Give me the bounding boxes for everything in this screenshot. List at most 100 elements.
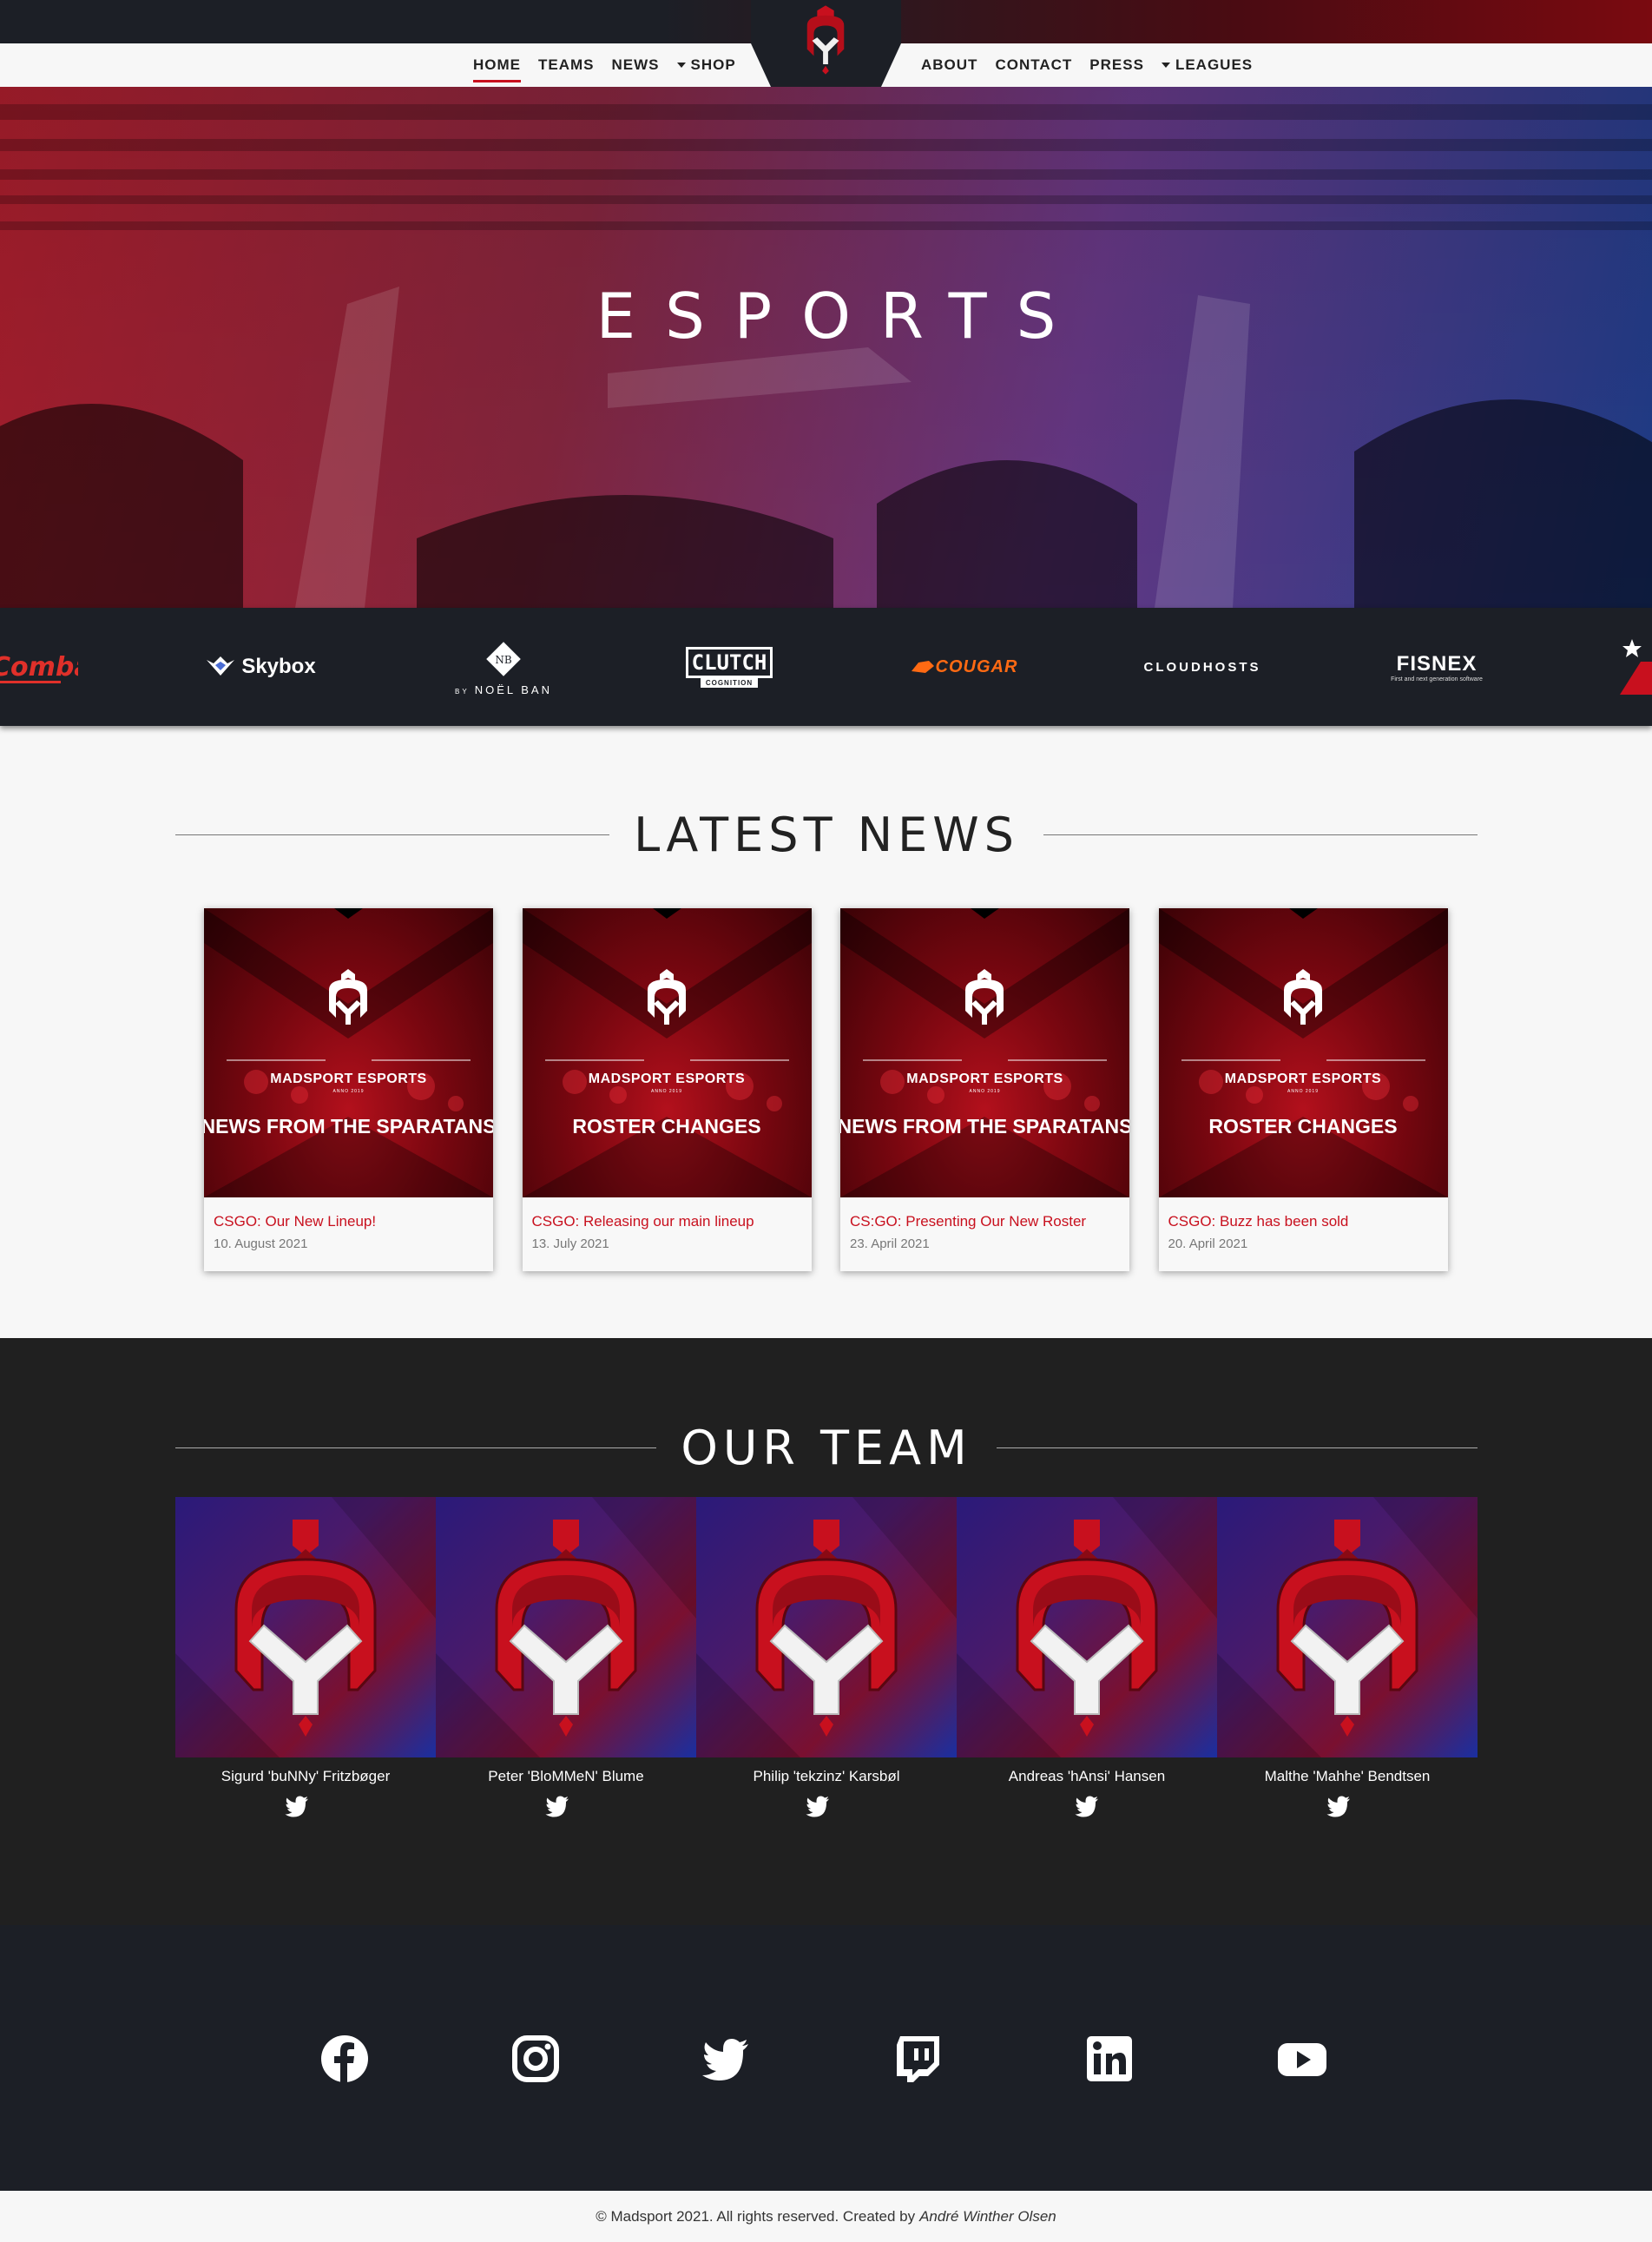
nav-leagues-label: LEAGUES <box>1175 56 1254 73</box>
nav-right: ABOUT CONTACT PRESS LEAGUES <box>921 43 1253 87</box>
sponsor-noel-ban-prefix: BY <box>455 687 470 696</box>
sponsor-clutch[interactable]: CLUTCH COGNITION <box>677 608 781 726</box>
madsport-helmet-icon <box>1283 969 1322 1025</box>
sponsor-combat-label: Combat <box>0 652 78 682</box>
chevron-down-icon <box>676 63 686 68</box>
news-grid: MADSPORT ESPORTS ANNO 2019 NEWS FROM THE… <box>204 908 1448 1273</box>
news-banner-title: ROSTER CHANGES <box>572 1115 761 1137</box>
team-member-card: Philip 'tekzinz' Karsbøl <box>696 1497 957 1817</box>
news-title-link[interactable]: CSGO: Our New Lineup! <box>214 1213 376 1230</box>
twitter-icon[interactable] <box>805 1795 831 1817</box>
twitter-icon[interactable] <box>700 2033 752 2085</box>
news-banner-sub: ANNO 2019 <box>651 1089 682 1094</box>
hero-title: ESPORTS <box>596 280 1086 353</box>
team-member-photo[interactable] <box>957 1497 1217 1757</box>
our-team-heading-row: OUR TEAM <box>175 1421 1478 1475</box>
news-title-link[interactable]: CS:GO: Presenting Our New Roster <box>850 1213 1086 1230</box>
sponsor-skybox[interactable]: Skybox <box>195 608 326 726</box>
latest-news-heading: LATEST NEWS <box>634 808 1019 862</box>
news-banner-sub: ANNO 2019 <box>1287 1089 1319 1094</box>
twitter-icon[interactable] <box>544 1795 570 1817</box>
nav-news-label: NEWS <box>611 56 660 73</box>
nav-contact-label: CONTACT <box>995 56 1073 73</box>
nav-contact[interactable]: CONTACT <box>995 53 1072 77</box>
sponsor-clutch-sublabel: COGNITION <box>700 677 759 688</box>
sponsor-noel-ban[interactable]: NB BY NOËL BAN <box>443 608 564 726</box>
author-link[interactable]: André Winther Olsen <box>919 2208 1056 2226</box>
news-banner-title: NEWS FROM THE SPARATANS <box>840 1115 1129 1137</box>
sponsor-combat[interactable]: Combat <box>0 608 78 726</box>
instagram-icon[interactable] <box>510 2033 562 2085</box>
cougar-logo-icon <box>911 661 934 673</box>
facebook-icon[interactable] <box>319 2033 371 2085</box>
news-title-link[interactable]: CSGO: Releasing our main lineup <box>532 1213 754 1230</box>
team-member-photo[interactable] <box>436 1497 696 1757</box>
sponsor-clutch-label: CLUTCH <box>685 646 773 678</box>
copyright-bar: © Madsport 2021. All rights reserved. Cr… <box>0 2191 1652 2242</box>
social-footer <box>0 1925 1652 2191</box>
twitch-icon[interactable] <box>892 2033 944 2085</box>
news-date: 13. July 2021 <box>531 1236 609 1251</box>
news-banner-brand: MADSPORT ESPORTS <box>588 1072 746 1086</box>
nav-about[interactable]: ABOUT <box>921 53 977 77</box>
news-thumbnail[interactable]: MADSPORT ESPORTS ANNO 2019 NEWS FROM THE… <box>204 908 493 1197</box>
news-banner-graphic <box>204 908 493 1197</box>
nav-teams-label: TEAMS <box>538 56 595 73</box>
sponsor-partial[interactable] <box>1615 608 1652 726</box>
news-banner-title: ROSTER CHANGES <box>1208 1115 1398 1137</box>
news-banner-title: NEWS FROM THE SPARATANS <box>204 1115 493 1137</box>
team-member-card: Sigurd 'buNNy' Fritzbøger <box>175 1497 436 1817</box>
news-banner-graphic <box>840 908 1129 1197</box>
news-card[interactable]: MADSPORT ESPORTS ANNO 2019 NEWS FROM THE… <box>840 908 1129 1271</box>
copyright-text: © Madsport 2021. All rights reserved. Cr… <box>596 2207 916 2225</box>
sponsor-fisnex-sublabel: First and next generation software <box>1391 676 1483 682</box>
nav-press-label: PRESS <box>1089 56 1144 73</box>
nav-teams[interactable]: TEAMS <box>538 53 595 77</box>
team-member-photo[interactable] <box>1217 1497 1478 1757</box>
news-banner-brand: MADSPORT ESPORTS <box>270 1072 427 1086</box>
sponsor-fisnex[interactable]: FISNEX First and next generation softwar… <box>1372 608 1502 726</box>
news-thumbnail[interactable]: MADSPORT ESPORTS ANNO 2019 NEWS FROM THE… <box>840 908 1129 1197</box>
star-logo-icon <box>1620 639 1652 695</box>
twitter-icon[interactable] <box>1326 1795 1352 1817</box>
sponsor-skybox-label: Skybox <box>241 655 316 678</box>
latest-news-heading-row: LATEST NEWS <box>175 808 1478 862</box>
news-title-link[interactable]: CSGO: Buzz has been sold <box>1168 1213 1349 1230</box>
twitter-icon[interactable] <box>284 1795 310 1817</box>
news-date: 23. April 2021 <box>850 1236 930 1251</box>
team-member-name: Philip 'tekzinz' Karsbøl <box>753 1768 900 1784</box>
linkedin-icon[interactable] <box>1083 2033 1135 2085</box>
team-member-name: Peter 'BloMMeN' Blume <box>488 1768 644 1784</box>
nav-home-label: HOME <box>473 56 521 73</box>
news-thumbnail[interactable]: MADSPORT ESPORTS ANNO 2019 ROSTER CHANGE… <box>522 908 812 1197</box>
news-date: 10. August 2021 <box>214 1236 308 1251</box>
madsport-helmet-icon <box>1217 1497 1478 1757</box>
news-banner-brand: MADSPORT ESPORTS <box>1224 1072 1382 1086</box>
sponsor-cloudhosts[interactable]: CLOUDHOSTS <box>1133 608 1272 726</box>
news-card[interactable]: MADSPORT ESPORTS ANNO 2019 ROSTER CHANGE… <box>522 908 812 1271</box>
news-banner-sub: ANNO 2019 <box>332 1089 365 1094</box>
madsport-helmet-icon <box>436 1497 696 1757</box>
nav-press[interactable]: PRESS <box>1089 53 1144 77</box>
news-banner-graphic <box>1158 908 1448 1197</box>
news-card[interactable]: MADSPORT ESPORTS ANNO 2019 NEWS FROM THE… <box>204 908 493 1271</box>
madsport-helmet-icon <box>329 969 367 1025</box>
nav-shop[interactable]: SHOP <box>676 53 736 77</box>
team-member-photo[interactable] <box>175 1497 436 1757</box>
nav-news[interactable]: NEWS <box>612 53 660 77</box>
madsport-logo-icon[interactable] <box>800 3 851 75</box>
nav-leagues[interactable]: LEAGUES <box>1161 53 1254 77</box>
heading-divider <box>996 1447 1478 1448</box>
heading-divider <box>1043 834 1478 835</box>
sponsor-fisnex-label: FISNEX <box>1396 651 1478 676</box>
news-thumbnail[interactable]: MADSPORT ESPORTS ANNO 2019 ROSTER CHANGE… <box>1158 908 1448 1197</box>
youtube-icon[interactable] <box>1276 2033 1328 2085</box>
news-card[interactable]: MADSPORT ESPORTS ANNO 2019 ROSTER CHANGE… <box>1158 908 1448 1271</box>
twitter-icon[interactable] <box>1074 1795 1100 1817</box>
nav-home[interactable]: HOME <box>473 53 521 82</box>
combat-logo-icon: Combat <box>0 652 78 683</box>
team-member-photo[interactable] <box>696 1497 957 1757</box>
team-member-name: Malthe 'Mahhe' Bendtsen <box>1264 1768 1431 1784</box>
nav-about-label: ABOUT <box>921 56 978 73</box>
sponsor-cougar[interactable]: COUGAR <box>898 608 1029 726</box>
